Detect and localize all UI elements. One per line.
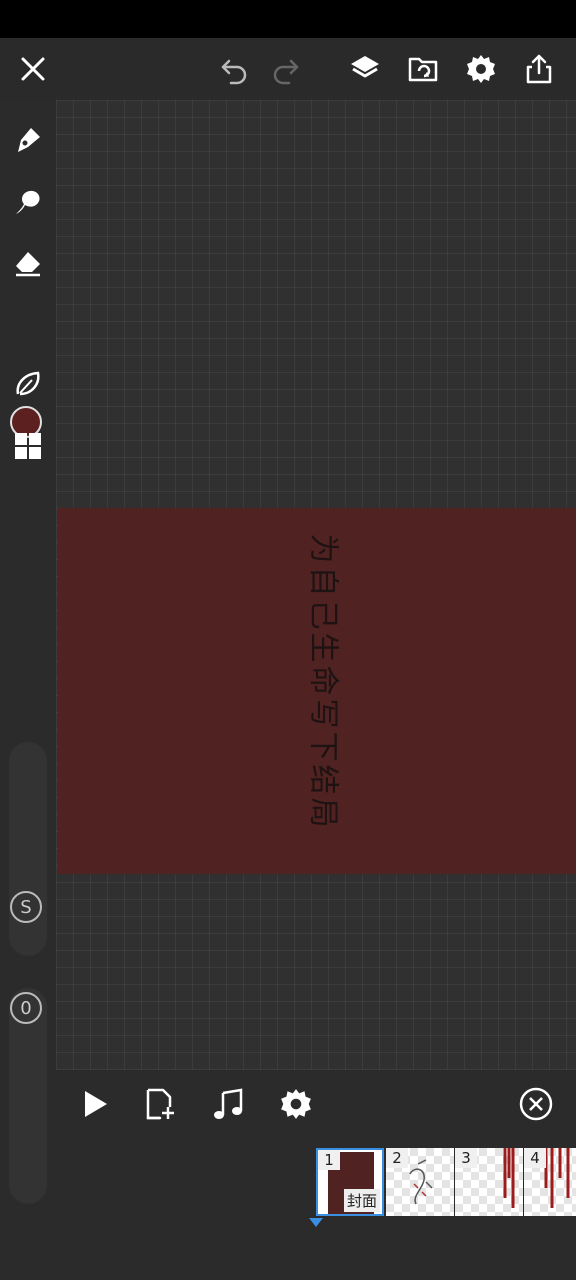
frame-thumbnail-1[interactable]: 1 封面 (316, 1148, 384, 1216)
brush-size-slider[interactable] (9, 742, 47, 956)
artwork-char: 为 (305, 533, 341, 564)
top-toolbar (0, 38, 576, 100)
layers-icon[interactable] (348, 52, 382, 86)
frame-thumbnail-4[interactable]: 4 (524, 1148, 576, 1216)
frame-number: 3 (455, 1148, 477, 1168)
close-icon[interactable] (16, 52, 50, 86)
close-circle-icon[interactable] (518, 1086, 554, 1122)
frame-thumbnail-2[interactable]: 2 (386, 1148, 454, 1216)
artwork-char: 下 (305, 731, 341, 762)
cover-label: 封面 (343, 1189, 380, 1212)
frame-3-paint (503, 1148, 515, 1208)
frame-4-paint (544, 1148, 570, 1208)
artwork-char: 己 (305, 599, 341, 630)
artwork-vertical-text: 为自己生命写下结局 (305, 532, 341, 842)
artwork-char: 结 (305, 764, 341, 795)
redo-icon[interactable] (268, 52, 302, 86)
playhead-marker[interactable] (309, 1218, 323, 1227)
music-icon[interactable] (210, 1086, 246, 1122)
import-icon[interactable] (406, 52, 440, 86)
frame-number: 2 (386, 1148, 408, 1168)
frame-number: 4 (524, 1148, 546, 1168)
animation-toolbar (56, 1072, 576, 1136)
artwork-char: 命 (305, 665, 341, 696)
share-icon[interactable] (522, 52, 556, 86)
artwork-char: 写 (305, 698, 341, 729)
settings-icon[interactable] (464, 52, 498, 86)
grid-menu-icon[interactable] (10, 428, 46, 464)
artwork-char: 自 (305, 566, 341, 597)
frame-number: 1 (318, 1150, 340, 1170)
smudge-icon[interactable] (10, 184, 46, 220)
pen-icon[interactable] (10, 122, 46, 158)
status-bar (0, 0, 576, 38)
lasso-icon[interactable] (10, 366, 46, 402)
size-slider-label: S (10, 891, 42, 923)
frame-timeline[interactable]: 1 封面 2 3 4 (316, 1148, 576, 1218)
animation-settings-icon[interactable] (278, 1086, 314, 1122)
play-icon[interactable] (76, 1086, 112, 1122)
tool-sidebar: S 0 (0, 100, 56, 1280)
add-frame-icon[interactable] (142, 1086, 178, 1122)
eraser-icon[interactable] (10, 244, 46, 280)
artwork-char: 局 (305, 797, 341, 828)
artwork-char: 生 (305, 632, 341, 663)
frame-thumbnail-3[interactable]: 3 (455, 1148, 523, 1216)
undo-icon[interactable] (218, 52, 252, 86)
opacity-slider-label: 0 (10, 992, 42, 1024)
